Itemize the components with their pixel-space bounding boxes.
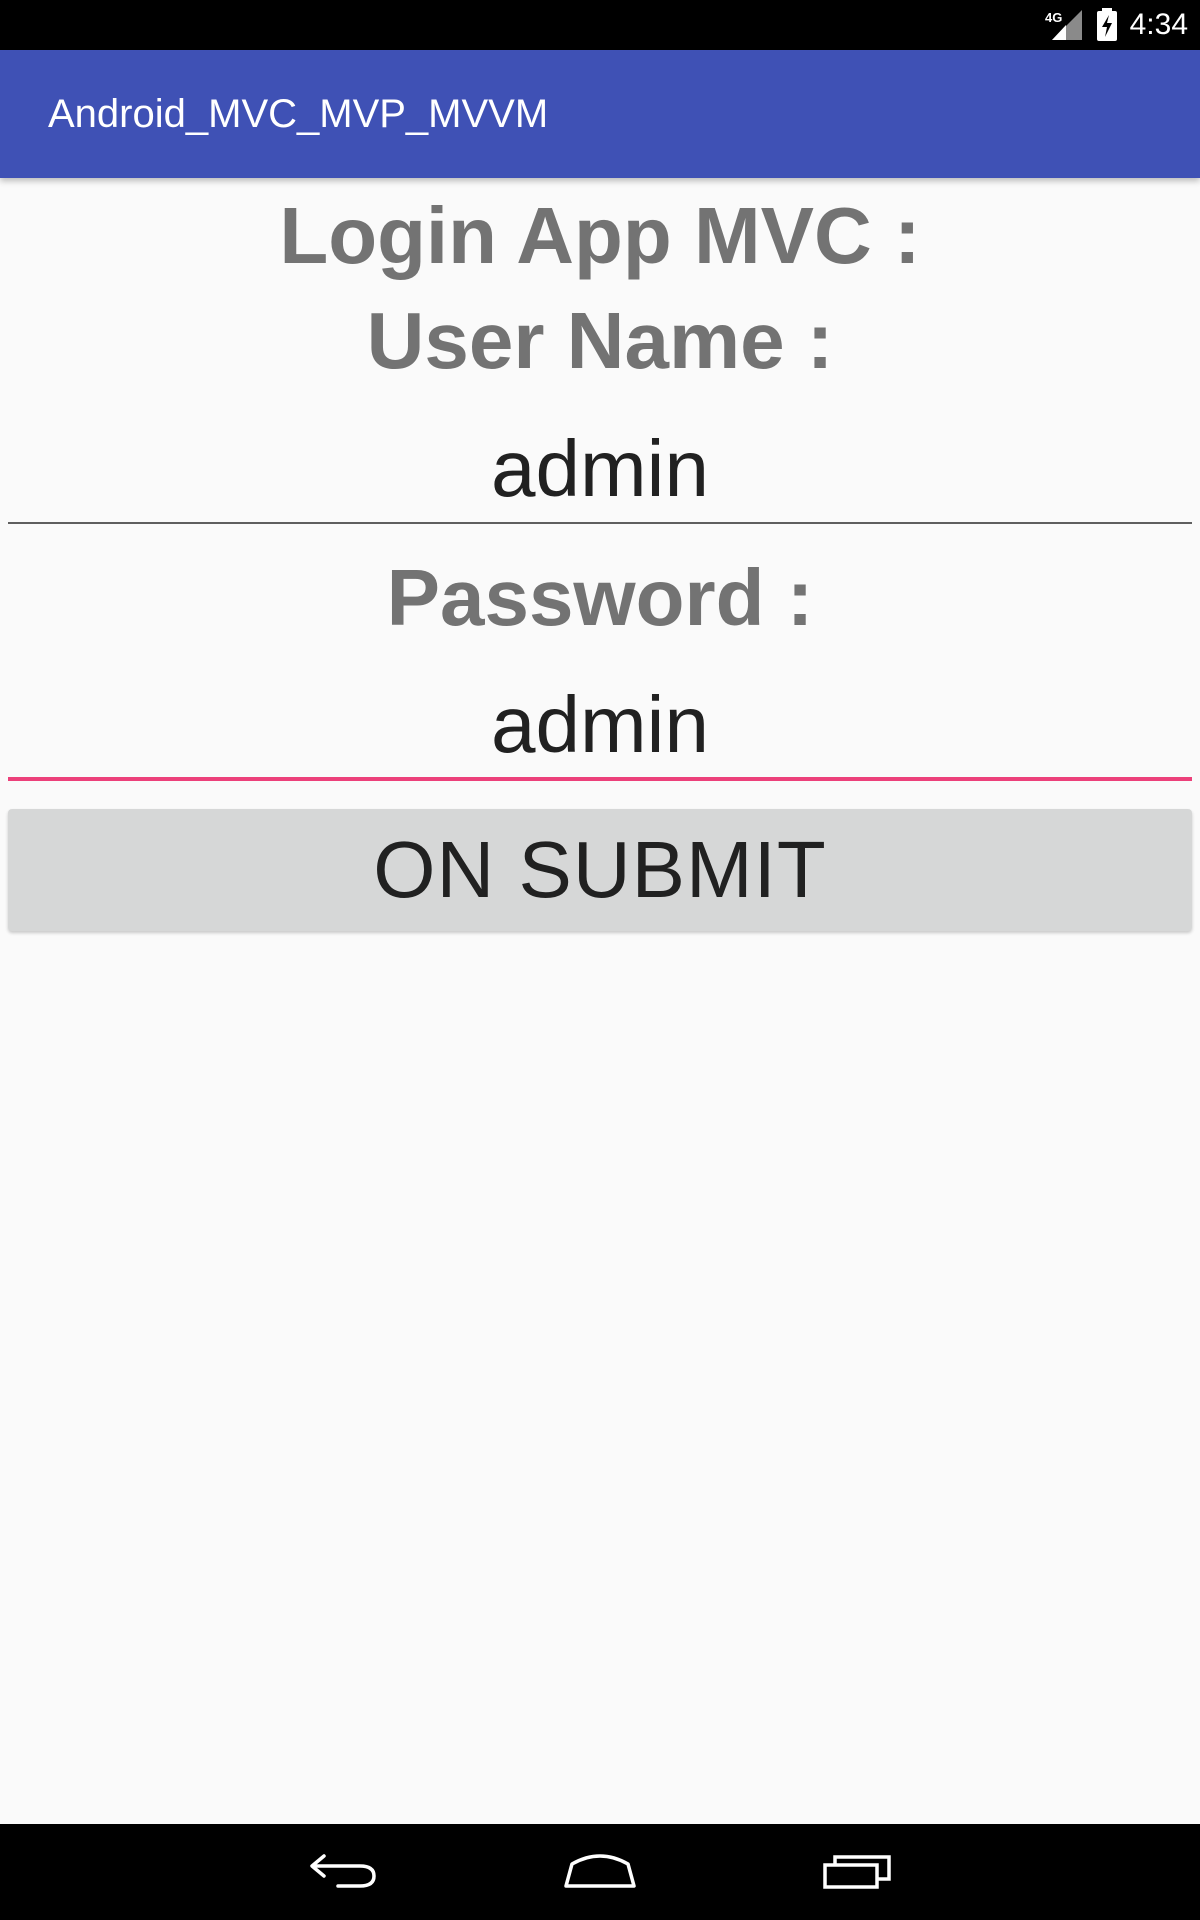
status-icons: 4G 4:34 xyxy=(1044,0,1188,50)
signal-icon: 4G xyxy=(1044,8,1084,42)
back-button[interactable] xyxy=(284,1824,404,1920)
home-button[interactable] xyxy=(540,1824,660,1920)
screen: 4G 4:34 Android_MVC_MVP_MVVM Login App M… xyxy=(0,0,1200,1920)
app-title: Android_MVC_MVP_MVVM xyxy=(48,92,549,136)
status-bar: 4G 4:34 xyxy=(0,0,1200,50)
username-input[interactable]: admin xyxy=(8,414,1192,524)
password-input[interactable]: admin xyxy=(8,670,1192,780)
navigation-bar xyxy=(0,1824,1200,1920)
network-type-label: 4G xyxy=(1045,10,1062,25)
recents-button[interactable] xyxy=(798,1824,918,1920)
app-bar: Android_MVC_MVP_MVVM xyxy=(0,50,1200,178)
recents-icon xyxy=(822,1850,894,1895)
home-icon xyxy=(562,1850,638,1895)
form-title: Login App MVC : xyxy=(279,191,921,280)
back-icon xyxy=(308,1850,380,1895)
password-label: Password : xyxy=(386,553,814,642)
battery-charging-icon xyxy=(1096,8,1118,42)
username-label: User Name : xyxy=(366,296,834,385)
login-form: Login App MVC : User Name : admin Passwo… xyxy=(0,178,1200,1824)
status-time: 4:34 xyxy=(1129,8,1188,41)
password-underline xyxy=(8,777,1192,781)
username-underline xyxy=(8,522,1192,524)
submit-button[interactable]: ON SUBMIT xyxy=(8,809,1192,931)
